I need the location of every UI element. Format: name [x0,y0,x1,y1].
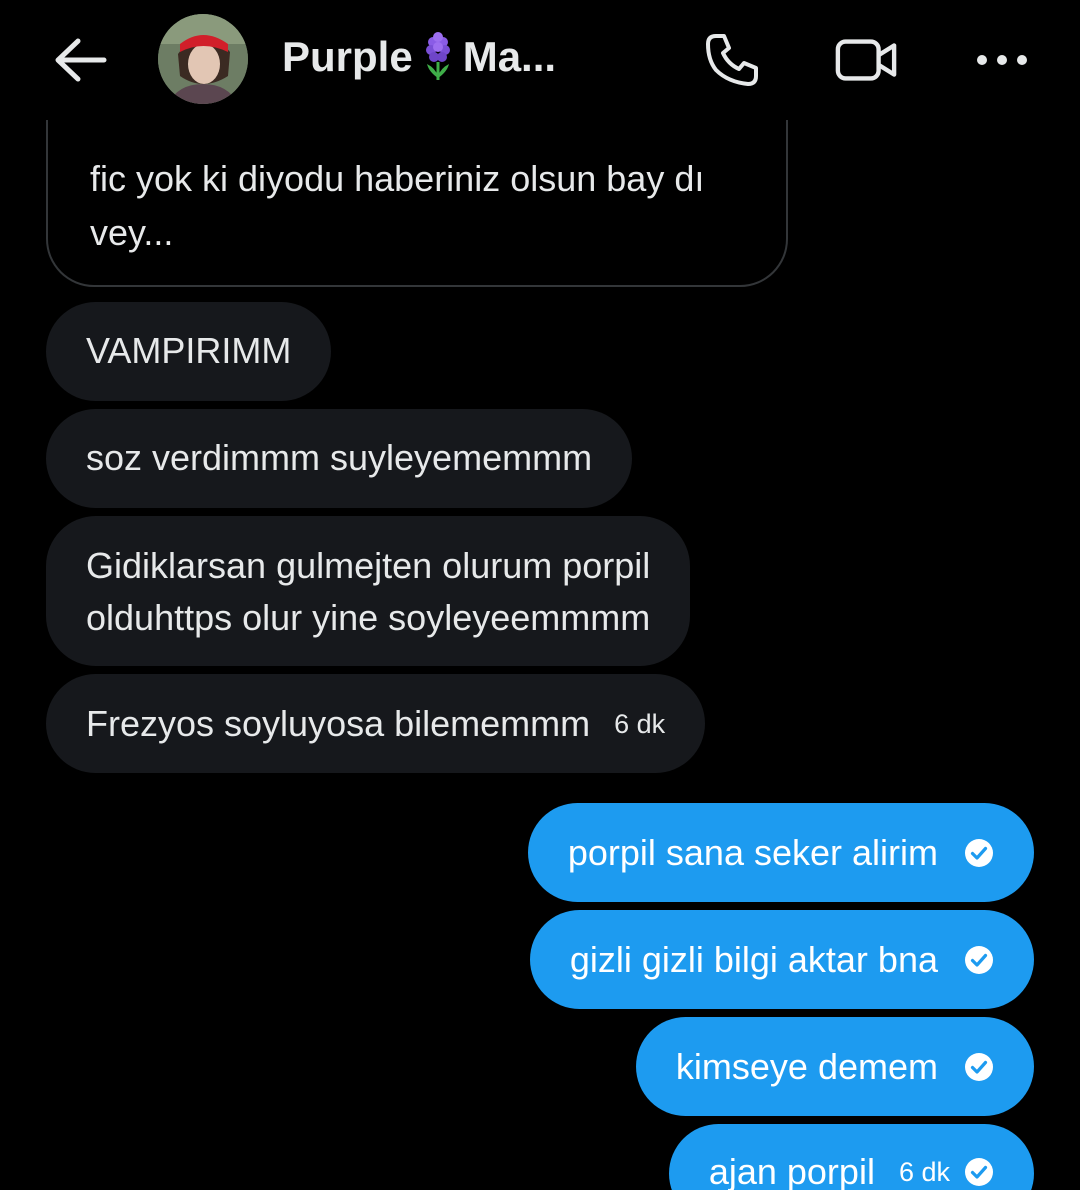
phone-icon [706,34,758,86]
message-text: VAMPIRIMM [86,330,292,371]
outgoing-message[interactable]: porpil sana seker alirim [527,803,1034,902]
conversation-header: Purple Ma... [0,0,1080,120]
hyacinth-emoji-icon [425,32,450,80]
conversation-title[interactable]: Purple Ma... [282,32,556,82]
video-icon [835,39,897,81]
more-button[interactable] [970,28,1034,92]
contact-name-suffix: Ma... [462,33,557,80]
contact-name: Purple [282,33,413,80]
incoming-message[interactable]: soz verdimmm suyleyememmm [46,409,633,508]
incoming-message[interactable]: VAMPIRIMM [46,302,332,401]
message-text: Frezyos soyluyosa bilememmm [86,702,591,744]
outgoing-message[interactable]: kimseye demem [635,1017,1034,1116]
message-text: soz verdimmm suyleyememmm [86,437,593,478]
seen-check-icon [965,1052,993,1081]
seen-check-icon [965,838,993,867]
back-button[interactable] [50,30,110,90]
incoming-message[interactable]: Gidiklarsan gulmejten olurum porpil oldu… [46,516,691,666]
arrow-left-icon [55,38,107,82]
seen-check-icon [965,1158,993,1186]
video-call-button[interactable] [834,28,898,92]
message-text: ajan porpil [708,1151,875,1190]
message-timestamp: 6 dk [898,1157,950,1187]
previous-message-line-1: fic yok ki diyodu haberiniz olsun bay dı [90,158,705,199]
previous-message-line-2: vey... [90,212,174,253]
message-text-line-1: Gidiklarsan gulmejten olurum porpil [86,545,651,586]
avatar[interactable] [158,14,248,104]
outgoing-message[interactable]: ajan porpil 6 dk [668,1124,1034,1190]
outgoing-message[interactable]: gizli gizli bilgi aktar bna [529,910,1034,1009]
previous-message-text: fic yok ki diyodu haberiniz olsun bay dı… [90,152,770,260]
message-list: fic yok ki diyodu haberiniz olsun bay dı… [0,0,1080,1190]
call-button[interactable] [700,28,764,92]
message-text: kimseye demem [675,1045,938,1087]
message-text-line-2: olduhttps olur yine soyleyeemmmm [86,597,651,638]
avatar-image [158,14,248,104]
message-timestamp: 6 dk [614,708,666,739]
seen-check-icon [965,945,993,974]
more-horizontal-icon [977,55,1027,65]
message-text: gizli gizli bilgi aktar bna [569,938,938,980]
message-text: porpil sana seker alirim [567,831,938,873]
incoming-message[interactable]: Frezyos soyluyosa bilememmm 6 dk [46,674,706,773]
